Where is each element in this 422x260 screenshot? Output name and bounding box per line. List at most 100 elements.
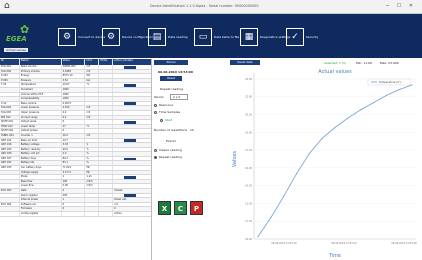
csv-icon[interactable]: C xyxy=(174,201,187,215)
table-cell: 10.2 xyxy=(62,133,86,138)
table-cell: 3.0 5.5 xyxy=(62,170,86,175)
table-cell: m3 xyxy=(85,115,100,120)
table-cell[interactable] xyxy=(99,101,114,106)
toolbar-button-wrench[interactable]: ⚙ Device configuration xyxy=(102,22,153,52)
table-cell[interactable] xyxy=(99,175,114,179)
table-cell[interactable] xyxy=(99,115,114,120)
table-cell: 200 xyxy=(62,193,86,198)
read-one-option[interactable]: Read one xyxy=(154,103,173,107)
window-controls[interactable]: ─ ☐ ✕ xyxy=(386,3,416,9)
table-cell xyxy=(85,189,100,193)
pdf-icon[interactable]: P xyxy=(190,201,203,215)
table-cell: Firmware xyxy=(20,207,62,211)
table-row[interactable]: Config register Active xyxy=(0,212,151,217)
table-cell: Output pulses xyxy=(20,129,62,133)
toolbar-button-folder[interactable]: ▭ Data table to file xyxy=(194,22,239,52)
graph-button[interactable] xyxy=(124,120,137,124)
table-cell[interactable] xyxy=(99,106,114,110)
classic-reading-option[interactable]: Classic reading xyxy=(154,148,182,152)
reset-button[interactable]: Reset xyxy=(160,76,182,81)
table-cell[interactable] xyxy=(99,170,114,175)
table-cell[interactable] xyxy=(99,189,114,193)
table-cell[interactable] xyxy=(99,92,114,97)
table-cell[interactable] xyxy=(99,193,114,198)
graph-button[interactable] xyxy=(124,139,137,143)
table-cell: Energy xyxy=(20,74,62,78)
table-cell[interactable] xyxy=(99,198,114,202)
data-table: Nr Name Value Unit Write Action (Graph) TAG 0… xyxy=(0,59,152,260)
folder-icon: ▭ xyxy=(194,28,212,46)
repetitions-value[interactable]: 10 xyxy=(190,128,194,132)
table-cell xyxy=(85,202,100,207)
table-cell[interactable] xyxy=(99,83,114,87)
repeat-reading-option[interactable]: Repeat reading xyxy=(154,155,182,159)
x-tick-label: 06.06.2019 13:53:28 xyxy=(391,242,417,245)
table-cell: 1 ah xyxy=(85,175,100,179)
table-cell[interactable] xyxy=(99,87,114,92)
table-cell: 1.0 xyxy=(114,202,119,206)
toolbar-button-book[interactable]: ▤ Data reading xyxy=(148,22,188,52)
table-cell[interactable] xyxy=(99,156,114,161)
table-cell: SISTE 001 xyxy=(0,120,20,124)
table-cell[interactable] xyxy=(99,69,114,74)
table-cell xyxy=(0,198,20,202)
graph-button[interactable] xyxy=(124,194,137,198)
time-samples-option[interactable]: Time Samples xyxy=(154,110,180,114)
table-cell[interactable] xyxy=(99,110,114,115)
toolbar-button-shield-check[interactable]: ✓ Security xyxy=(286,22,318,52)
graph-button[interactable] xyxy=(124,157,137,161)
table-cell xyxy=(0,207,20,211)
table-cell xyxy=(0,92,20,97)
table-cell xyxy=(113,161,151,165)
start-button[interactable]: Start xyxy=(160,118,172,122)
excel-icon[interactable]: X xyxy=(158,201,171,215)
graph-button[interactable] xyxy=(124,102,137,106)
table-cell: P 043 xyxy=(0,74,20,78)
toolbar-button-diagnostic[interactable]: ▦ Diagnostics settings xyxy=(240,22,290,52)
table-cell[interactable] xyxy=(99,147,114,152)
table-cell[interactable] xyxy=(99,138,114,143)
table-cell xyxy=(113,152,151,156)
time-samples-radio[interactable] xyxy=(154,110,157,114)
table-cell: 10000.000 xyxy=(62,65,86,69)
period-select[interactable]: 2 s ▾ xyxy=(170,94,188,100)
table-cell[interactable] xyxy=(99,152,114,156)
home-icon[interactable]: ⌂ xyxy=(4,2,10,11)
table-cell: TESD 012 xyxy=(0,124,20,129)
table-cell[interactable] xyxy=(99,97,114,101)
table-cell[interactable] xyxy=(99,124,114,129)
read-one-radio[interactable] xyxy=(154,103,157,107)
table-cell xyxy=(113,88,151,92)
graph-button[interactable] xyxy=(124,65,137,69)
table-cell[interactable] xyxy=(99,120,114,124)
table-cell[interactable] xyxy=(99,161,114,166)
table-cell[interactable] xyxy=(99,129,114,133)
classic-reading-radio[interactable] xyxy=(154,148,157,152)
x-tick-label: 06.06.2019 13:53:22 xyxy=(331,242,357,245)
chart-panel: Actual values Values Time 10,00 11,50 13,00 14… xyxy=(228,59,422,260)
table-cell: PR xyxy=(85,170,100,175)
table-cell[interactable] xyxy=(99,184,114,189)
table-cell: % xyxy=(85,156,100,161)
table-cell[interactable] xyxy=(99,143,114,147)
table-cell[interactable] xyxy=(99,207,114,211)
table-cell[interactable] xyxy=(99,65,114,69)
table-cell: Base flow xyxy=(20,179,62,184)
title-bar: ⌂ Device Identification 1.1.0 Alpha - Se… xyxy=(0,0,422,14)
table-cell[interactable] xyxy=(99,166,114,170)
graph-button[interactable] xyxy=(124,175,137,179)
table-cell xyxy=(113,79,151,83)
toolbar-button-plug[interactable]: ⚙ Connect to device xyxy=(58,22,105,52)
table-cell[interactable] xyxy=(99,133,114,138)
table-cell[interactable] xyxy=(99,78,114,83)
y-tick-label: 23,50 xyxy=(245,78,252,81)
table-cell[interactable] xyxy=(99,212,114,216)
graph-button[interactable] xyxy=(124,84,137,87)
table-cell[interactable] xyxy=(99,179,114,184)
table-cell: Cal. battery days xyxy=(20,166,62,170)
data-point xyxy=(321,137,323,139)
table-cell[interactable] xyxy=(99,74,114,78)
repeat-reading-radio[interactable] xyxy=(154,155,157,159)
table-cell[interactable] xyxy=(99,202,114,207)
y-tick-label: 14,50 xyxy=(245,185,252,188)
